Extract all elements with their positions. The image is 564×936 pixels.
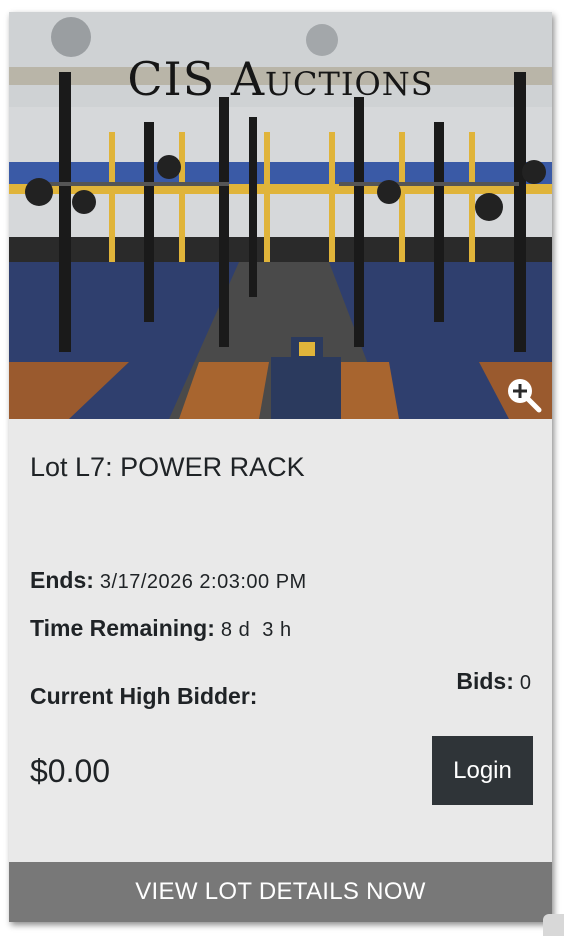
ends-label: Ends: [30,567,94,593]
brand-logo: CIS Auctions [127,52,434,106]
high-bidder-label: Current High Bidder: [30,683,258,709]
login-button[interactable]: Login [432,736,533,805]
ends-row: Ends: 3/17/2026 2:03:00 PM [30,567,307,594]
zoom-in-icon[interactable] [506,377,542,413]
lot-photo[interactable]: CIS Auctions [9,12,552,419]
bids-count: Bids: 0 [456,668,531,695]
view-lot-details-button[interactable]: VIEW LOT DETAILS NOW [9,862,552,922]
time-remaining-value: 8 d 3 h [220,619,292,641]
current-price: $0.00 [30,753,111,789]
lot-card: CIS Auctions Lot L7: POWER RACK Ends: 3/1… [9,12,552,922]
bids-label: Bids: [456,668,514,694]
time-remaining-row: Time Remaining: 8 d 3 h [30,615,292,642]
lot-title[interactable]: Lot L7: POWER RACK [30,452,305,483]
ends-value: 3/17/2026 2:03:00 PM [99,571,307,593]
bids-value: 0 [519,672,531,694]
scroll-corner [543,914,564,936]
time-remaining-label: Time Remaining: [30,615,215,641]
high-bidder-row: Current High Bidder: [30,683,257,710]
